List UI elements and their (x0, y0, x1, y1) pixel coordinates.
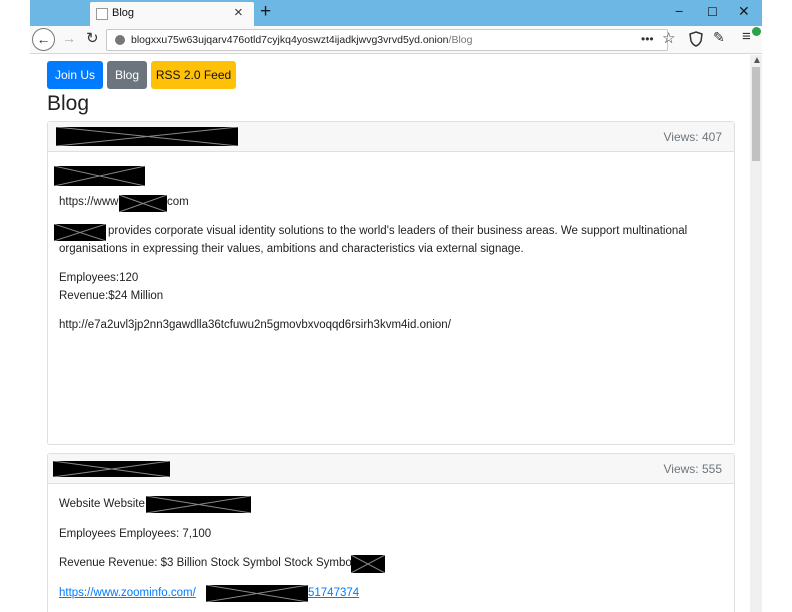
website-text: Website Website (59, 498, 145, 510)
window-margin-right (762, 0, 792, 612)
scroll-thumb[interactable] (752, 67, 760, 161)
page-icon (96, 8, 108, 20)
redacted-company-name (54, 166, 145, 186)
vertical-scrollbar[interactable]: ▲ (750, 55, 762, 612)
url-bar[interactable]: blogxxu75w63ujqarv476otld7cyjkq4yoswzt4i… (106, 29, 668, 51)
close-window-button[interactable]: ✕ (738, 3, 750, 20)
employees-text: Employees:120 (59, 272, 139, 284)
blog-button[interactable]: Blog (107, 61, 147, 89)
card-header: Views: 555 (48, 454, 734, 484)
shield-icon[interactable] (689, 31, 703, 47)
revenue-text: Revenue Revenue: $3 Billion Stock Symbol… (59, 557, 358, 569)
redacted-title (56, 127, 238, 146)
company-url-prefix: https://www (59, 196, 119, 208)
update-badge-icon (752, 27, 761, 36)
blog-post-card: Views: 555 Website Website Employees Emp… (47, 453, 735, 612)
redacted-company-name (54, 224, 106, 241)
url-text[interactable]: blogxxu75w63ujqarv476otld7cyjkq4yoswzt4i… (131, 34, 472, 46)
close-tab-icon[interactable]: × (234, 4, 243, 21)
page-title: Blog (47, 92, 90, 115)
browser-tab[interactable]: Blog × (90, 2, 254, 26)
reload-icon[interactable]: ↻ (86, 29, 99, 47)
tab-title: Blog (112, 7, 135, 19)
url-host: blogxxu75w63ujqarv476otld7cyjkq4yoswzt4i… (131, 34, 449, 46)
employees-text: Employees Employees: 7,100 (59, 528, 212, 540)
site-info-icon[interactable] (115, 35, 125, 45)
star-icon[interactable]: ☆ (662, 29, 675, 47)
page-content: Join Us Blog RSS 2.0 Feed Blog Views: 40… (30, 55, 750, 612)
blog-post-card: Views: 407 https://www com provides corp… (47, 121, 735, 445)
redacted-url (119, 195, 167, 212)
join-us-button[interactable]: Join Us (47, 61, 103, 89)
minimize-button[interactable]: − (675, 3, 683, 19)
onion-link[interactable]: http://e7a2uvl3jp2nn3gawdlla36tcfuwu2n5g… (59, 319, 451, 331)
maximize-button[interactable]: ☐ (707, 5, 718, 19)
broom-icon[interactable]: ✎ (713, 29, 725, 46)
redacted-website (146, 496, 251, 513)
back-arrow-icon[interactable]: ← (32, 28, 55, 51)
company-description-cont: organisations in expressing their values… (59, 243, 524, 255)
company-url-suffix: com (167, 196, 189, 208)
redacted-title (53, 461, 170, 477)
zoominfo-link-prefix[interactable]: https://www.zoominfo.com/ (59, 587, 196, 599)
menu-icon[interactable]: ≡ (742, 28, 751, 45)
view-count: Views: 555 (663, 462, 722, 476)
redacted-stock-symbol (351, 555, 385, 573)
new-tab-button[interactable]: + (260, 1, 271, 23)
redacted-link-part (206, 585, 308, 602)
view-count: Views: 407 (663, 130, 722, 144)
rss-feed-button[interactable]: RSS 2.0 Feed (151, 61, 236, 89)
scroll-up-icon[interactable]: ▲ (752, 55, 762, 66)
navigation-toolbar: ← → ↻ blogxxu75w63ujqarv476otld7cyjkq4yo… (30, 26, 762, 54)
forward-arrow-icon[interactable]: → (62, 30, 76, 46)
title-bar: Blog × + − ☐ ✕ (30, 0, 762, 26)
company-description: provides corporate visual identity solut… (108, 225, 688, 237)
window-margin-left (0, 0, 30, 612)
card-header: Views: 407 (48, 122, 734, 152)
zoominfo-link-suffix[interactable]: 51747374 (308, 587, 359, 599)
url-path: /Blog (448, 34, 473, 46)
revenue-text: Revenue:$24 Million (59, 290, 164, 302)
page-actions-icon[interactable]: ••• (641, 32, 654, 46)
